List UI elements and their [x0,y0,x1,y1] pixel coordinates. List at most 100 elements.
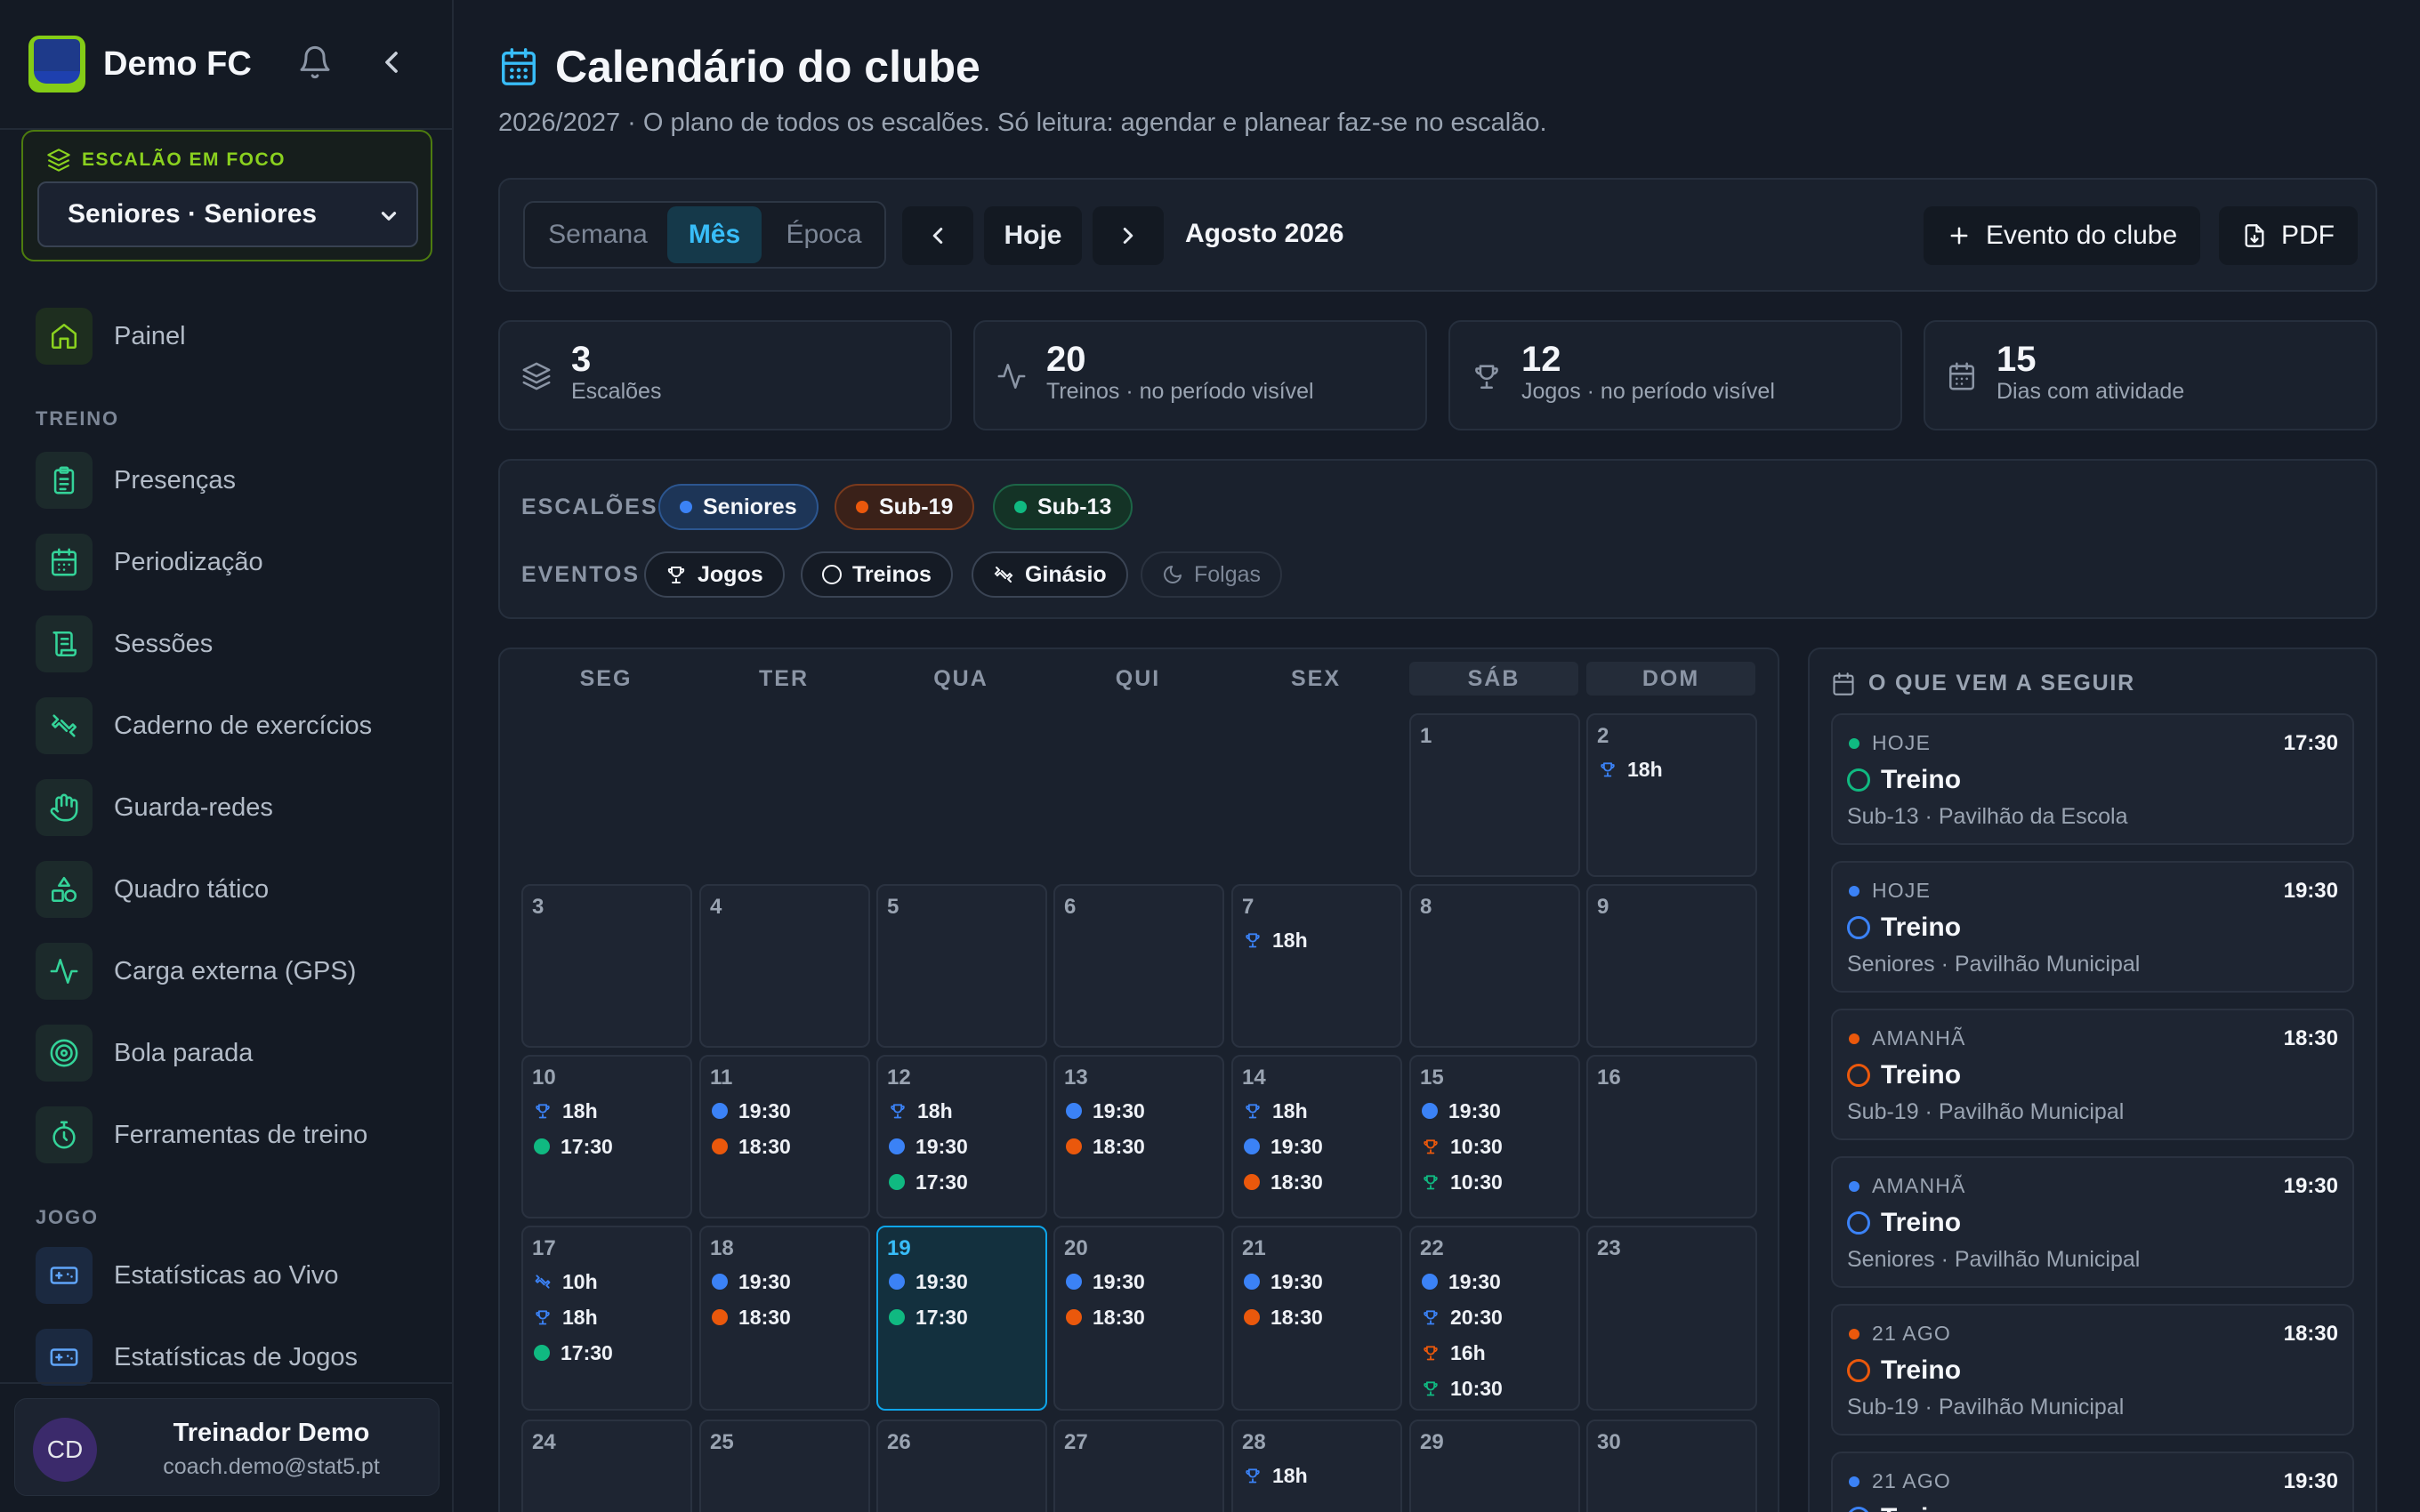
calendar-day[interactable]: 27 [1053,1420,1224,1512]
calendar-day[interactable]: 20 19:30 18:30 [1053,1226,1224,1411]
sidebar-item-caderno-de-exerc-cios[interactable]: Caderno de exercícios [36,697,372,754]
calendar-day[interactable]: 7 18h [1231,884,1402,1048]
calendar-day[interactable]: 10 18h 17:30 [521,1055,692,1218]
sidebar-item-estat-sticas-de-jogos[interactable]: Estatísticas de Jogos [36,1329,358,1386]
calendar-event[interactable]: 18h [1244,1094,1308,1128]
view-semana[interactable]: Semana [532,206,664,263]
calendar-event[interactable]: 17:30 [889,1165,968,1199]
view-epoca[interactable]: Época [765,206,883,263]
calendar-event[interactable]: 20:30 [1422,1300,1503,1334]
calendar-day[interactable]: 4 [699,884,870,1048]
calendar-event[interactable]: 19:30 [1422,1094,1501,1128]
calendar-event[interactable]: 18h [534,1300,598,1334]
calendar-day[interactable]: 2 18h [1586,713,1757,877]
user-card[interactable]: CD Treinador Demo coach.demo@stat5.pt [14,1398,440,1496]
calendar-day[interactable]: 15 19:30 10:30 10:30 [1409,1055,1580,1218]
calendar-event[interactable]: 10:30 [1422,1165,1503,1199]
calendar-event[interactable]: 18:30 [1066,1300,1145,1334]
calendar-day[interactable]: 1 [1409,713,1580,877]
upcoming-event-card[interactable]: HOJE 17:30 Treino Sub-13 · Pavilhão da E… [1831,713,2354,845]
calendar-event[interactable]: 18:30 [712,1130,791,1163]
add-club-event-button[interactable]: Evento do clube [1924,206,2201,265]
sidebar-item-quadro-t-tico[interactable]: Quadro tático [36,861,269,918]
calendar-day[interactable]: 9 [1586,884,1757,1048]
calendar-event[interactable]: 18h [1599,752,1663,786]
sidebar-item-presen-as[interactable]: Presenças [36,452,236,509]
calendar-event[interactable]: 17:30 [534,1336,613,1370]
sidebar-item-bola-parada[interactable]: Bola parada [36,1025,253,1082]
calendar-day[interactable]: 22 19:30 20:30 16h 10:30 [1409,1226,1580,1411]
bell-icon[interactable] [297,44,333,80]
sidebar-item-carga-externa-gps-[interactable]: Carga externa (GPS) [36,943,356,1000]
calendar-day[interactable]: 14 18h 19:30 18:30 [1231,1055,1402,1218]
calendar-day[interactable]: 21 19:30 18:30 [1231,1226,1402,1411]
chip-treinos[interactable]: Treinos [801,551,953,598]
sidebar-item-estat-sticas-ao-vivo[interactable]: Estatísticas ao Vivo [36,1247,339,1304]
view-mes[interactable]: Mês [667,206,762,263]
calendar-event[interactable]: 18h [1244,923,1308,957]
next-month-button[interactable] [1093,206,1164,265]
calendar-event[interactable]: 19:30 [1244,1265,1323,1299]
calendar-event[interactable]: 19:30 [889,1265,968,1299]
calendar-day[interactable]: 28 18h [1231,1420,1402,1512]
prev-month-button[interactable] [902,206,973,265]
calendar-day[interactable]: 6 [1053,884,1224,1048]
calendar-event[interactable]: 10h [534,1265,598,1299]
chip-jogos[interactable]: Jogos [644,551,785,598]
calendar-event[interactable]: 19:30 [889,1130,968,1163]
calendar-day[interactable]: 12 18h 19:30 17:30 [876,1055,1047,1218]
pdf-export-button[interactable]: PDF [2219,206,2358,265]
chip-folgas[interactable]: Folgas [1141,551,1283,598]
calendar-event[interactable]: 17:30 [534,1130,613,1163]
calendar-day[interactable]: 24 [521,1420,692,1512]
today-button[interactable]: Hoje [984,206,1082,265]
calendar-event[interactable]: 18:30 [1066,1130,1145,1163]
upcoming-event-card[interactable]: 21 AGO 18:30 Treino Sub-19 · Pavilhão Mu… [1831,1304,2354,1436]
calendar-day[interactable]: 23 [1586,1226,1757,1411]
sidebar-item-guarda-redes[interactable]: Guarda-redes [36,779,273,836]
calendar-day[interactable]: 29 [1409,1420,1580,1512]
calendar-day[interactable]: 3 [521,884,692,1048]
calendar-event[interactable]: 19:30 [712,1265,791,1299]
calendar-day[interactable]: 26 [876,1420,1047,1512]
chip-sub19[interactable]: Sub-19 [835,484,975,530]
chip-seniores[interactable]: Seniores [658,484,819,530]
calendar-event[interactable]: 10:30 [1422,1371,1503,1405]
calendar-day[interactable]: 17 10h 18h 17:30 [521,1226,692,1411]
upcoming-event-card[interactable]: 21 AGO 19:30 Treino Seniores · Pavilhão … [1831,1452,2354,1512]
calendar-event[interactable]: 18h [534,1094,598,1128]
calendar-event[interactable]: 19:30 [1422,1265,1501,1299]
upcoming-event-card[interactable]: AMANHÃ 19:30 Treino Seniores · Pavilhão … [1831,1156,2354,1288]
calendar-day[interactable]: 30 [1586,1420,1757,1512]
brand[interactable]: Demo FC [28,34,252,94]
sidebar-item-sess-es[interactable]: Sessões [36,615,213,672]
chevron-left-icon[interactable] [374,44,409,80]
calendar-event[interactable]: 16h [1422,1336,1486,1370]
calendar-event[interactable]: 19:30 [1066,1265,1145,1299]
calendar-day[interactable]: 16 [1586,1055,1757,1218]
calendar-event[interactable]: 19:30 [712,1094,791,1128]
chip-sub13[interactable]: Sub-13 [993,484,1133,530]
calendar-event[interactable]: 18:30 [712,1300,791,1334]
calendar-event[interactable]: 18:30 [1244,1165,1323,1199]
calendar-event[interactable]: 18:30 [1244,1300,1323,1334]
upcoming-event-card[interactable]: HOJE 19:30 Treino Seniores · Pavilhão Mu… [1831,861,2354,993]
calendar-event[interactable]: 18h [1244,1459,1308,1492]
calendar-day[interactable]: 25 [699,1420,870,1512]
calendar-day[interactable]: 18 19:30 18:30 [699,1226,870,1411]
sidebar-item-ferramentas-de-treino[interactable]: Ferramentas de treino [36,1106,367,1163]
calendar-day-today[interactable]: 19 19:30 17:30 [876,1226,1047,1411]
calendar-day[interactable]: 5 [876,884,1047,1048]
calendar-day[interactable]: 8 [1409,884,1580,1048]
calendar-day[interactable]: 11 19:30 18:30 [699,1055,870,1218]
calendar-day[interactable]: 13 19:30 18:30 [1053,1055,1224,1218]
sidebar-item-periodiza-o[interactable]: Periodização [36,534,263,591]
sidebar-item-painel[interactable]: Painel [36,308,186,365]
calendar-event[interactable]: 17:30 [889,1300,968,1334]
calendar-event[interactable]: 19:30 [1244,1130,1323,1163]
upcoming-event-card[interactable]: AMANHÃ 18:30 Treino Sub-19 · Pavilhão Mu… [1831,1009,2354,1140]
focus-team-select[interactable]: Seniores · Seniores [37,181,418,247]
chip-ginasio[interactable]: Ginásio [972,551,1128,598]
calendar-event[interactable]: 10:30 [1422,1130,1503,1163]
calendar-event[interactable]: 19:30 [1066,1094,1145,1128]
